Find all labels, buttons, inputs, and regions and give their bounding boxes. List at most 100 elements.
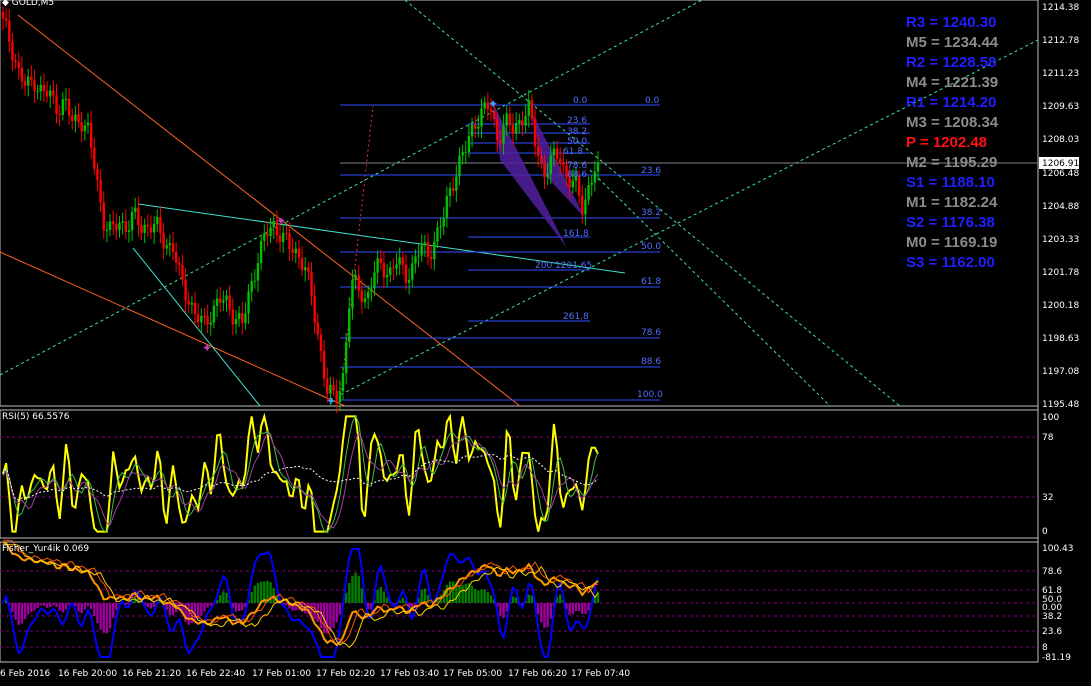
candle-body[interactable] [316, 322, 320, 335]
candle-body[interactable] [146, 224, 150, 227]
candle-body[interactable] [420, 245, 423, 256]
candle-body[interactable] [171, 243, 175, 252]
candle-body[interactable] [269, 227, 272, 237]
candle-body[interactable] [244, 313, 247, 324]
candle-body[interactable] [461, 152, 464, 156]
candle-body[interactable] [206, 316, 209, 325]
candle-body[interactable] [285, 232, 288, 234]
candle-body[interactable] [215, 298, 219, 306]
candle-body[interactable] [297, 248, 301, 258]
candle-body[interactable] [115, 224, 118, 231]
candle-body[interactable] [23, 81, 27, 86]
candle-body[interactable] [149, 226, 153, 233]
candle-body[interactable] [1, 11, 5, 19]
candle-body[interactable] [184, 279, 187, 301]
candle-body[interactable] [329, 384, 332, 394]
candle-body[interactable] [389, 267, 392, 275]
candle-body[interactable] [118, 222, 121, 231]
candle-body[interactable] [49, 90, 52, 97]
candle-body[interactable] [382, 263, 386, 278]
candle-body[interactable] [304, 267, 307, 271]
candle-body[interactable] [64, 98, 68, 100]
candle-body[interactable] [187, 300, 190, 305]
candle-body[interactable] [559, 158, 562, 163]
candle-body[interactable] [458, 155, 461, 177]
candle-body[interactable] [398, 257, 401, 265]
candle-body[interactable] [71, 115, 74, 121]
candle-body[interactable] [474, 124, 477, 129]
candle-body[interactable] [165, 245, 168, 249]
candle-body[interactable] [392, 267, 395, 269]
candle-body[interactable] [407, 279, 411, 283]
candle-body[interactable] [162, 233, 165, 249]
candle-body[interactable] [310, 271, 313, 297]
candle-body[interactable] [55, 95, 58, 115]
candle-body[interactable] [291, 249, 294, 254]
channel-dash-1[interactable] [0, 0, 703, 376]
candle-body[interactable] [108, 221, 112, 230]
candle-body[interactable] [524, 115, 527, 126]
candle-body[interactable] [288, 233, 291, 250]
candle-body[interactable] [259, 240, 263, 264]
candle-body[interactable] [448, 188, 452, 196]
candle-body[interactable] [518, 120, 521, 124]
candle-body[interactable] [36, 91, 39, 93]
candle-body[interactable] [496, 119, 499, 141]
candle-body[interactable] [587, 184, 590, 200]
candle-body[interactable] [86, 122, 90, 126]
candle-body[interactable] [111, 221, 115, 225]
candle-body[interactable] [26, 76, 30, 86]
candle-body[interactable] [373, 272, 376, 289]
candle-body[interactable] [263, 233, 266, 241]
candle-body[interactable] [555, 148, 559, 159]
rsi-line[interactable] [2, 412, 599, 533]
candle-body[interactable] [322, 350, 326, 379]
candle-body[interactable] [181, 264, 184, 280]
candle-body[interactable] [168, 243, 172, 246]
candle-body[interactable] [266, 233, 269, 237]
candle-body[interactable] [411, 263, 414, 280]
candle-body[interactable] [121, 221, 124, 223]
candle-body[interactable] [300, 257, 304, 271]
trendline-cyan-2[interactable] [132, 247, 261, 407]
candle-body[interactable] [502, 125, 505, 144]
candle-body[interactable] [130, 212, 134, 231]
candle-body[interactable] [99, 179, 102, 203]
candle-body[interactable] [451, 188, 455, 191]
candle-body[interactable] [105, 229, 109, 231]
candle-body[interactable] [307, 267, 310, 272]
candle-body[interactable] [552, 148, 556, 156]
candle-body[interactable] [354, 275, 357, 280]
candle-body[interactable] [360, 290, 364, 303]
candle-body[interactable] [596, 162, 600, 172]
candle-body[interactable] [370, 288, 373, 292]
candle-body[interactable] [4, 18, 8, 21]
time-axis[interactable]: 6 Feb 2016 16 Feb 20:00 16 Feb 21:20 16 … [0, 669, 630, 679]
candle-body[interactable] [61, 99, 65, 115]
candle-body[interactable] [45, 91, 49, 97]
candle-body[interactable] [499, 140, 502, 144]
candle-body[interactable] [17, 62, 20, 68]
candle-body[interactable] [30, 76, 33, 81]
candle-body[interactable] [549, 155, 552, 174]
candle-body[interactable] [379, 258, 382, 264]
candle-body[interactable] [404, 264, 408, 283]
candle-body[interactable] [193, 302, 197, 315]
candle-body[interactable] [190, 302, 194, 305]
trend-lines[interactable] [0, 0, 1039, 407]
candle-body[interactable] [338, 391, 342, 403]
candle-body[interactable] [247, 291, 250, 314]
candle-body[interactable] [93, 147, 96, 169]
candle-body[interactable] [492, 111, 496, 120]
candle-body[interactable] [521, 120, 524, 126]
candle-body[interactable] [74, 114, 77, 121]
candle-body[interactable] [584, 199, 587, 215]
candle-body[interactable] [8, 20, 11, 43]
candle-body[interactable] [464, 152, 467, 154]
candle-body[interactable] [281, 232, 285, 243]
candle-body[interactable] [395, 264, 398, 269]
candle-body[interactable] [536, 146, 540, 157]
candle-body[interactable] [83, 125, 87, 132]
candle-body[interactable] [376, 258, 379, 273]
candle-body[interactable] [442, 218, 445, 227]
